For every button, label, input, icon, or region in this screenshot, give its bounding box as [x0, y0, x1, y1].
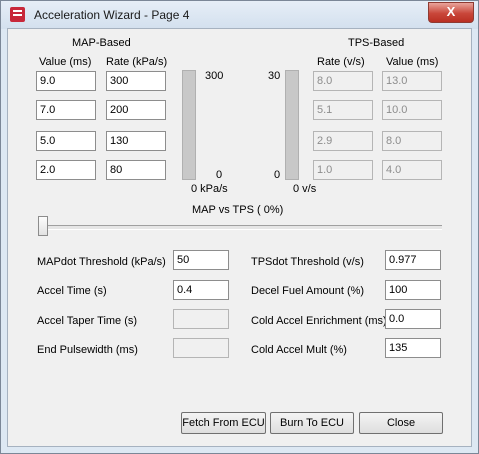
blend-label: MAP vs TPS ( 0%): [192, 204, 284, 216]
cold-accel-enrichment-input[interactable]: 0.0: [385, 309, 441, 329]
map-value-1[interactable]: 9.0: [36, 71, 96, 91]
blend-slider-thumb[interactable]: [38, 216, 48, 236]
tps-value-1[interactable]: 13.0: [382, 71, 442, 91]
burn-to-ecu-button[interactable]: Burn To ECU: [270, 412, 354, 434]
mapdot-threshold-input[interactable]: 50: [173, 250, 229, 270]
title-bar: Acceleration Wizard - Page 4 X: [1, 1, 478, 29]
map-bar-unit: 0 kPa/s: [191, 183, 228, 195]
map-value-3[interactable]: 5.0: [36, 131, 96, 151]
tpsdot-threshold-label: TPSdot Threshold (v/s): [251, 256, 364, 268]
tps-bar-unit: 0 v/s: [293, 183, 317, 195]
dialog-body: MAP-Based Value (ms) Rate (kPa/s) 9.0 7.…: [7, 28, 472, 447]
cold-accel-mult-label: Cold Accel Mult (%): [251, 344, 347, 356]
tps-rate-2[interactable]: 5.1: [313, 100, 373, 120]
tps-rate-header: Rate (v/s): [317, 56, 365, 68]
map-value-2[interactable]: 7.0: [36, 100, 96, 120]
map-value-4[interactable]: 2.0: [36, 160, 96, 180]
tps-rate-3[interactable]: 2.9: [313, 131, 373, 151]
map-heading: MAP-Based: [72, 37, 131, 49]
map-value-header: Value (ms): [39, 56, 92, 68]
tps-bar-min: 0: [274, 169, 281, 181]
window-close-button[interactable]: X: [428, 2, 474, 23]
map-bar-max: 300: [205, 70, 224, 82]
map-rate-3[interactable]: 130: [106, 131, 166, 151]
tps-rate-bar: [285, 70, 299, 180]
cold-accel-enrichment-label: Cold Accel Enrichment (ms): [251, 315, 387, 327]
tps-value-2[interactable]: 10.0: [382, 100, 442, 120]
app-icon: [10, 7, 25, 22]
cold-accel-mult-input[interactable]: 135: [385, 338, 441, 358]
tps-heading: TPS-Based: [348, 37, 405, 49]
decel-fuel-amount-input[interactable]: 100: [385, 280, 441, 300]
fetch-from-ecu-button[interactable]: Fetch From ECU: [181, 412, 266, 434]
blend-slider-track[interactable]: [39, 225, 442, 230]
accel-time-label: Accel Time (s): [37, 285, 107, 297]
map-rate-1[interactable]: 300: [106, 71, 166, 91]
accel-taper-time-input[interactable]: [173, 309, 229, 329]
map-rate-header: Rate (kPa/s): [106, 56, 168, 68]
decel-fuel-amount-label: Decel Fuel Amount (%): [251, 285, 365, 297]
close-button[interactable]: Close: [359, 412, 443, 434]
map-rate-bar: [182, 70, 196, 180]
tps-value-header: Value (ms): [386, 56, 439, 68]
tps-value-4[interactable]: 4.0: [382, 160, 442, 180]
map-rate-4[interactable]: 80: [106, 160, 166, 180]
accel-time-input[interactable]: 0.4: [173, 280, 229, 300]
tps-value-3[interactable]: 8.0: [382, 131, 442, 151]
tps-rate-1[interactable]: 8.0: [313, 71, 373, 91]
map-bar-min: 0: [216, 169, 223, 181]
tpsdot-threshold-input[interactable]: 0.977: [385, 250, 441, 270]
mapdot-threshold-label: MAPdot Threshold (kPa/s): [37, 256, 166, 268]
tps-rate-4[interactable]: 1.0: [313, 160, 373, 180]
accel-taper-time-label: Accel Taper Time (s): [37, 315, 138, 327]
end-pulsewidth-label: End Pulsewidth (ms): [37, 344, 138, 356]
window-title: Acceleration Wizard - Page 4: [34, 8, 190, 22]
map-rate-2[interactable]: 200: [106, 100, 166, 120]
end-pulsewidth-input[interactable]: [173, 338, 229, 358]
tps-bar-max: 30: [268, 70, 281, 82]
